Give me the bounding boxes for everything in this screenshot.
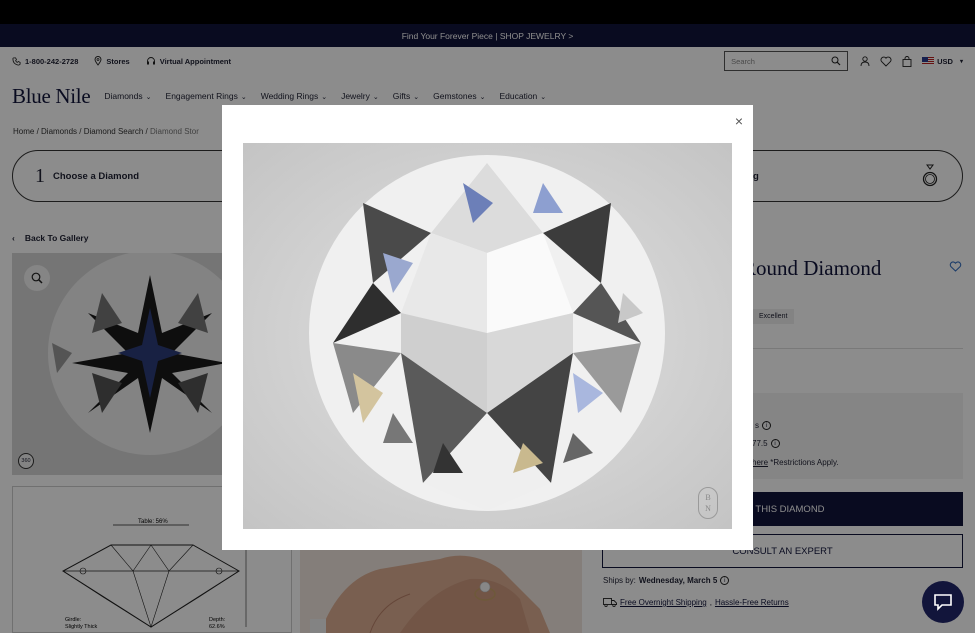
brand-watermark: B N — [698, 487, 718, 519]
watermark-bottom: N — [705, 504, 711, 513]
watermark-top: B — [705, 493, 711, 502]
chat-icon — [934, 594, 952, 611]
round-diamond-photo — [243, 143, 732, 529]
zoomed-diamond-image: B N — [243, 143, 732, 529]
chat-button[interactable] — [922, 581, 964, 623]
close-icon[interactable]: × — [735, 113, 743, 129]
browser-top-bar — [0, 0, 975, 24]
image-zoom-modal: × B N — [222, 105, 753, 550]
